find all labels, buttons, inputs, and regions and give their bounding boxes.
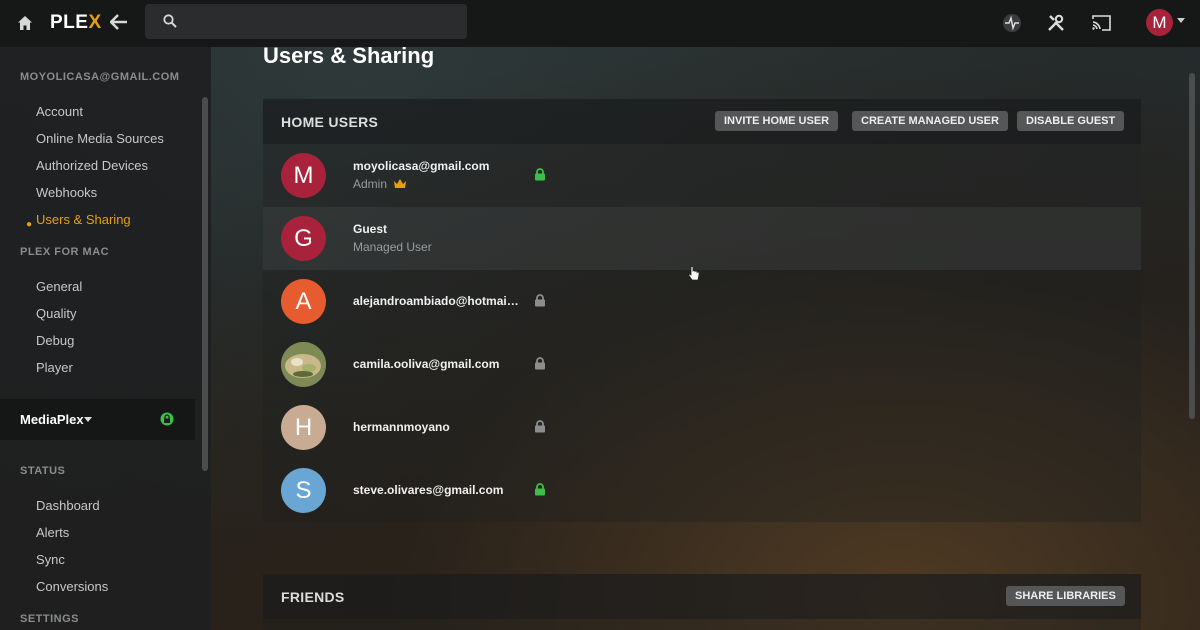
avatar: G [281,216,326,261]
avatar [281,342,326,387]
friends-title: FRIENDS [281,589,345,605]
top-bar: PLEX M [0,0,1200,47]
crown-icon [394,179,406,188]
plex-logo[interactable]: PLEX [50,12,102,34]
page-title: Users & Sharing [263,43,435,68]
sidebar-settings-header: SETTINGS [20,613,80,625]
chevron-down-icon[interactable] [1177,18,1185,23]
sidebar-item-authorized-devices[interactable]: Authorized Devices [36,158,148,173]
user-name: Guest [353,222,388,236]
search-box[interactable] [145,4,467,39]
avatar: S [281,468,326,513]
sidebar-item-player[interactable]: Player [36,360,73,375]
user-row-moyolicasa[interactable]: M moyolicasa@gmail.com Admin [263,144,1141,207]
sidebar-scrollbar[interactable] [202,97,208,471]
sidebar-item-alerts[interactable]: Alerts [36,525,69,540]
server-selector[interactable]: MediaPlex [0,399,195,440]
avatar: H [281,405,326,450]
sidebar-account-header: MOYOLICASA@GMAIL.COM [20,71,180,83]
settings-tools-icon [1048,14,1064,31]
user-name: steve.olivares@gmail.com [353,483,504,497]
sidebar-item-online-media-sources[interactable]: Online Media Sources [36,131,164,146]
avatar-photo-icon [281,342,326,387]
avatar: M [281,153,326,198]
sidebar: MOYOLICASA@GMAIL.COM Account Online Medi… [0,47,211,630]
lock-icon[interactable] [534,168,546,181]
chevron-down-icon[interactable] [84,417,92,422]
server-name[interactable]: MediaPlex [20,412,84,427]
lock-icon[interactable] [534,294,546,307]
user-role: Managed User [353,240,432,254]
cast-button[interactable] [1089,11,1113,35]
user-role: Admin [353,177,388,191]
search-icon [163,14,177,28]
sidebar-item-sync[interactable]: Sync [36,552,65,567]
home-users-title: HOME USERS [281,114,379,130]
sidebar-item-account[interactable]: Account [36,104,83,119]
user-avatar[interactable]: M [1146,9,1173,36]
disable-guest-button[interactable]: DISABLE GUEST [1017,111,1125,131]
hand-cursor-icon [688,266,700,281]
cast-icon [1092,15,1111,31]
sidebar-item-users-sharing[interactable]: Users & Sharing [36,212,131,227]
activity-icon [1003,14,1021,32]
home-users-header: HOME USERS INVITE HOME USER CREATE MANAG… [263,99,1141,144]
friend-row[interactable] [263,619,1141,630]
search-input[interactable] [185,4,460,39]
back-button[interactable] [108,11,130,33]
user-name: moyolicasa@gmail.com [353,159,490,173]
lock-icon [160,412,174,426]
sidebar-item-general[interactable]: General [36,279,82,294]
sidebar-item-conversions[interactable]: Conversions [36,579,108,594]
sidebar-item-debug[interactable]: Debug [36,333,74,348]
activity-button[interactable] [1000,11,1024,35]
user-name: alejandroambiado@hotmai… [353,294,519,308]
sidebar-item-quality[interactable]: Quality [36,306,76,321]
lock-icon[interactable] [534,483,546,496]
user-name: camila.ooliva@gmail.com [353,357,500,371]
avatar: A [281,279,326,324]
lock-icon[interactable] [534,357,546,370]
user-row-steve[interactable]: S steve.olivares@gmail.com [263,459,1141,522]
user-row-alejandroambiado[interactable]: A alejandroambiado@hotmai… [263,270,1141,333]
invite-home-user-button[interactable]: INVITE HOME USER [715,111,839,131]
user-row-hermannmoyano[interactable]: H hermannmoyano [263,396,1141,459]
sidebar-item-dashboard[interactable]: Dashboard [36,498,100,513]
share-libraries-button[interactable]: SHARE LIBRARIES [1006,586,1125,606]
home-icon [18,16,32,30]
back-arrow-icon [110,14,127,30]
settings-button[interactable] [1044,11,1068,35]
main-scrollbar[interactable] [1189,73,1195,419]
active-indicator-dot: ● [26,219,33,230]
home-button[interactable] [14,12,36,34]
user-name: hermannmoyano [353,420,450,434]
sidebar-app-header: PLEX FOR MAC [20,246,110,258]
user-row-guest[interactable]: G Guest Managed User [263,207,1141,270]
create-managed-user-button[interactable]: CREATE MANAGED USER [852,111,1008,131]
lock-icon[interactable] [534,420,546,433]
sidebar-status-header: STATUS [20,465,66,477]
friends-header: FRIENDS SHARE LIBRARIES [263,574,1141,619]
sidebar-item-webhooks[interactable]: Webhooks [36,185,97,200]
user-row-camila[interactable]: camila.ooliva@gmail.com [263,333,1141,396]
